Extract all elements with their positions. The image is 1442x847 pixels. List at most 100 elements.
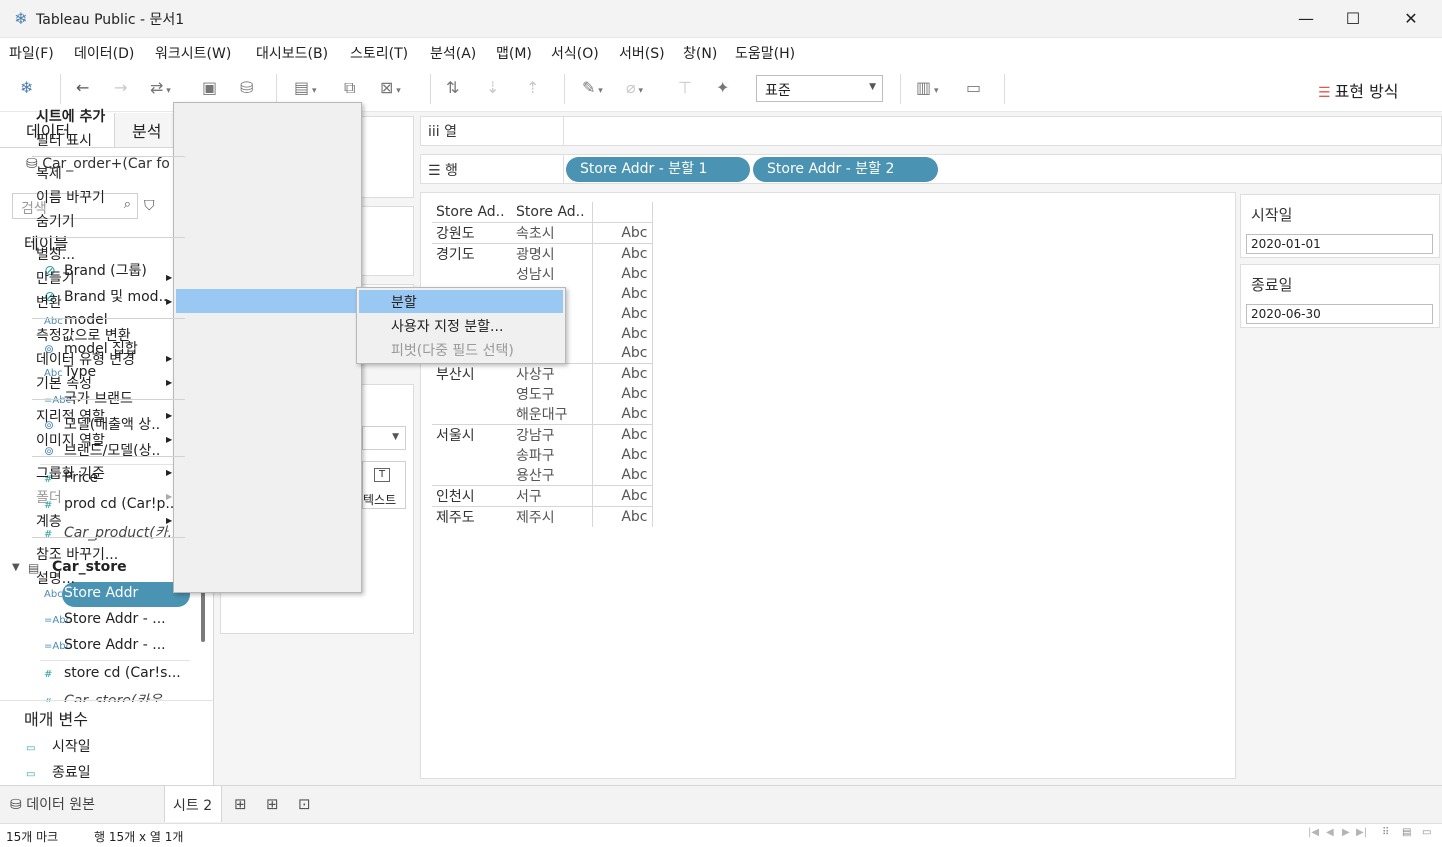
menu-window[interactable]: 창(N) bbox=[683, 43, 717, 63]
annotate-icon[interactable]: ⌀ ▾ bbox=[626, 78, 643, 101]
menu-server[interactable]: 서버(S) bbox=[619, 43, 665, 63]
menu-item-rename[interactable]: 이름 바꾸기 bbox=[36, 187, 105, 207]
new-story-icon[interactable]: ⊡ bbox=[298, 795, 311, 813]
new-worksheet-icon[interactable]: ⊞ bbox=[234, 795, 247, 813]
parameter-item[interactable]: ▭ 시작일 bbox=[26, 736, 91, 756]
presentation-mode-icon[interactable]: ▭ bbox=[966, 78, 981, 98]
row-header-cell[interactable] bbox=[432, 465, 512, 486]
mark-type-select[interactable]: ▼ bbox=[362, 426, 406, 450]
column-header[interactable]: Store Ad.. bbox=[432, 202, 512, 223]
row-header-cell[interactable]: 제주도 bbox=[432, 506, 512, 527]
mark-cell[interactable]: Abc bbox=[591, 283, 653, 304]
field-item[interactable]: =AbcStore Addr - ... bbox=[44, 637, 166, 653]
sort-descending-icon[interactable]: ⇡ bbox=[526, 78, 539, 98]
field-item[interactable]: =AbcStore Addr - ... bbox=[44, 611, 166, 627]
mark-cell[interactable]: Abc bbox=[591, 404, 653, 425]
row-header-cell[interactable]: 경기도 bbox=[432, 242, 512, 264]
parameter-input[interactable]: 2020-06-30 bbox=[1246, 304, 1433, 324]
duplicate-sheet-icon[interactable]: ⧉ bbox=[344, 78, 355, 98]
tableau-logo-icon[interactable]: ❄ bbox=[20, 78, 33, 98]
menu-dashboard[interactable]: 대시보드(B) bbox=[256, 43, 328, 63]
menu-item-default-properties[interactable]: 기본 속성 bbox=[36, 373, 92, 393]
tabs-view-icon[interactable]: ▭ bbox=[1422, 827, 1431, 838]
row-header-cell[interactable]: 서구 bbox=[512, 485, 592, 507]
mark-cell[interactable]: Abc bbox=[591, 384, 653, 404]
mark-cell[interactable]: Abc bbox=[591, 263, 653, 284]
row-header-cell[interactable]: 영도구 bbox=[512, 384, 592, 404]
forward-icon[interactable]: → bbox=[114, 78, 127, 98]
row-header-cell[interactable]: 광명시 bbox=[512, 242, 592, 264]
marks-text-button[interactable]: T 텍스트 bbox=[362, 461, 406, 509]
mark-cell[interactable]: Abc bbox=[591, 363, 653, 384]
row-header-cell[interactable] bbox=[432, 404, 512, 425]
menu-map[interactable]: 맵(M) bbox=[496, 43, 532, 63]
datasource-tab[interactable]: ⛁ 데이터 원본 bbox=[10, 794, 95, 814]
field-item[interactable]: ⊘ Brand 및 mod.. bbox=[44, 286, 167, 306]
sorter-view-icon[interactable]: ⠿ bbox=[1382, 827, 1389, 838]
filmstrip-view-icon[interactable]: ▤ bbox=[1402, 827, 1411, 838]
save-icon[interactable]: ▣ bbox=[202, 78, 217, 98]
row-header-cell[interactable]: 사상구 bbox=[512, 363, 592, 384]
menu-item-add-to-sheet[interactable]: 시트에 추가 bbox=[36, 106, 105, 126]
menu-item-alias[interactable]: 별칭... bbox=[36, 244, 75, 264]
mark-cell[interactable]: Abc bbox=[591, 485, 653, 507]
sheet-tab-active[interactable]: 시트 2 bbox=[164, 786, 222, 822]
new-worksheet-icon[interactable]: ▤ ▾ bbox=[294, 78, 317, 101]
field-item[interactable]: # prod cd (Car!p.. bbox=[44, 496, 174, 512]
prev-page-icon[interactable]: ◀ bbox=[1326, 827, 1334, 838]
labels-icon[interactable]: ⊤ bbox=[678, 78, 692, 98]
redo-icon[interactable]: ⇄ ▾ bbox=[150, 78, 171, 101]
row-header-cell[interactable] bbox=[432, 264, 512, 284]
menu-item-duplicate[interactable]: 복제 bbox=[36, 163, 62, 183]
row-header-cell[interactable]: 제주시 bbox=[512, 506, 592, 527]
menu-item-image-role[interactable]: 이미지 역할 bbox=[36, 430, 105, 450]
tab-analysis[interactable]: 분석 bbox=[132, 118, 161, 142]
mark-cell[interactable]: Abc bbox=[591, 221, 653, 243]
next-page-icon[interactable]: ▶ bbox=[1342, 827, 1350, 838]
row-header-cell[interactable]: 강남구 bbox=[512, 424, 592, 445]
menu-file[interactable]: 파일(F) bbox=[9, 43, 54, 63]
mark-cell[interactable]: Abc bbox=[591, 242, 653, 264]
chevron-down-icon[interactable]: ▼ bbox=[12, 562, 20, 573]
row-header-cell[interactable] bbox=[432, 445, 512, 465]
row-pill-split-2[interactable]: Store Addr - 분할 2 bbox=[753, 157, 938, 182]
new-dashboard-icon[interactable]: ⊞ bbox=[266, 795, 279, 813]
menu-worksheet[interactable]: 워크시트(W) bbox=[155, 43, 231, 63]
column-header[interactable]: Store Ad.. bbox=[512, 202, 592, 223]
submenu-item-split[interactable]: 분할 bbox=[391, 292, 417, 312]
menu-item-change-data-type[interactable]: 데이터 유형 변경 bbox=[36, 349, 135, 369]
menu-item-transform[interactable]: 변환 bbox=[36, 292, 62, 312]
menu-item-hierarchy[interactable]: 계층 bbox=[36, 511, 62, 531]
show-cards-icon[interactable]: ▥ ▾ bbox=[916, 78, 939, 101]
row-header-cell[interactable]: 속초시 bbox=[512, 221, 592, 243]
columns-shelf[interactable] bbox=[563, 116, 1442, 146]
swap-rows-columns-icon[interactable]: ⇅ bbox=[446, 78, 459, 98]
clear-sheet-icon[interactable]: ⊠ ▾ bbox=[380, 78, 401, 101]
field-item[interactable]: # store cd (Car!s... bbox=[44, 665, 181, 681]
row-header-cell[interactable]: 송파구 bbox=[512, 445, 592, 465]
submenu-item-custom-split[interactable]: 사용자 지정 분할... bbox=[391, 316, 503, 336]
mark-cell[interactable]: Abc bbox=[591, 424, 653, 445]
row-header-cell[interactable]: 부산시 bbox=[432, 363, 512, 384]
filter-icon[interactable]: ⛉ bbox=[144, 198, 155, 214]
row-header-cell[interactable]: 해운대구 bbox=[512, 404, 592, 425]
row-header-cell[interactable]: 인천시 bbox=[432, 485, 512, 507]
mark-cell[interactable]: Abc bbox=[591, 303, 653, 324]
minimize-button[interactable]: — bbox=[1283, 6, 1329, 32]
parameter-input[interactable]: 2020-01-01 bbox=[1246, 234, 1433, 254]
row-header-cell[interactable]: 성남시 bbox=[512, 264, 592, 284]
row-pill-split-1[interactable]: Store Addr - 분할 1 bbox=[566, 157, 750, 182]
maximize-button[interactable]: ☐ bbox=[1330, 6, 1376, 32]
menu-item-geographic-role[interactable]: 지리적 역할 bbox=[36, 406, 105, 426]
highlight-icon[interactable]: ✎ ▾ bbox=[582, 78, 603, 101]
sort-ascending-icon[interactable]: ⇣ bbox=[486, 78, 499, 98]
menu-item-describe[interactable]: 설명... bbox=[36, 568, 75, 588]
show-me-button[interactable]: ☰ 표현 방식 bbox=[1318, 78, 1399, 102]
menu-help[interactable]: 도움말(H) bbox=[735, 43, 795, 63]
pin-icon[interactable]: ✦ bbox=[716, 78, 729, 98]
mark-cell[interactable]: Abc bbox=[591, 323, 653, 344]
menu-item-hide[interactable]: 숨기기 bbox=[36, 211, 75, 231]
row-header-cell[interactable] bbox=[432, 384, 512, 404]
menu-data[interactable]: 데이터(D) bbox=[74, 43, 134, 63]
menu-story[interactable]: 스토리(T) bbox=[350, 43, 408, 63]
